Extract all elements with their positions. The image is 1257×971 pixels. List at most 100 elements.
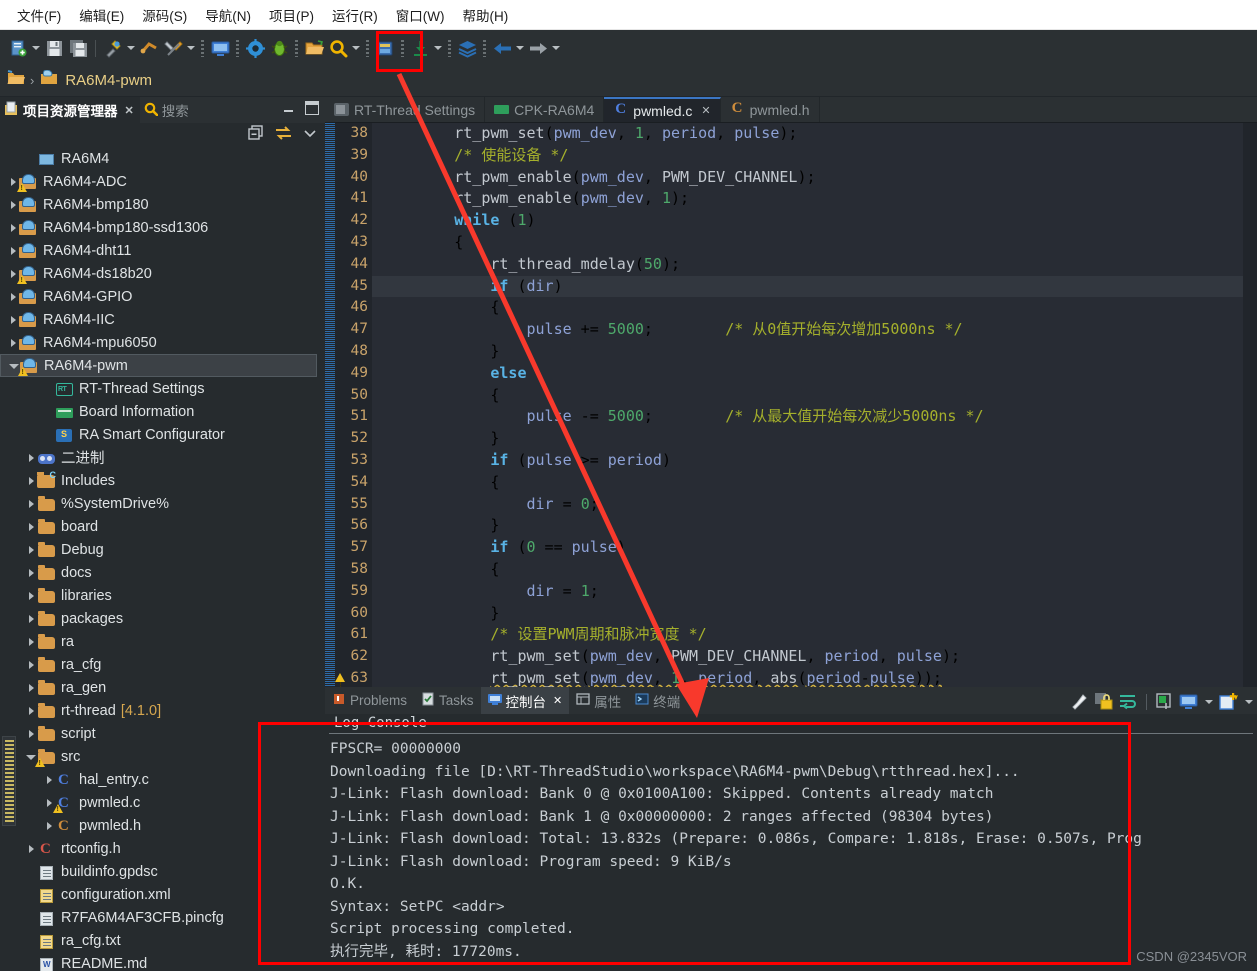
code-line[interactable]: pulse -= 5000; /* 从最大值开始每次减少5000ns */ <box>372 406 1257 428</box>
tree-item-src[interactable]: src <box>0 745 317 768</box>
tree-item-ra6m4-dht11[interactable]: RA6M4-dht11 <box>0 239 317 262</box>
tree-expand-arrow[interactable] <box>24 730 37 738</box>
tree-item-ra6m4-bmp180[interactable]: RA6M4-bmp180 <box>0 193 317 216</box>
code-line[interactable]: rt_thread_mdelay(50); <box>372 254 1257 276</box>
code-line[interactable]: pulse += 5000; /* 从0值开始每次增加5000ns */ <box>372 319 1257 341</box>
close-icon[interactable]: ✕ <box>125 104 134 117</box>
tree-item-ra6m4-ds18b20[interactable]: RA6M4-ds18b20 <box>0 262 317 285</box>
tree-expand-arrow[interactable] <box>24 546 37 554</box>
tree-expand-arrow[interactable] <box>24 684 37 692</box>
code-line[interactable]: while (1) <box>372 210 1257 232</box>
menu-item-4[interactable]: 项目(P) <box>260 2 323 28</box>
tab-search[interactable]: 搜索 <box>140 97 195 123</box>
tree-item-ra6m4-pwm[interactable]: RA6M4-pwm <box>0 354 317 377</box>
build-tools-icon[interactable] <box>161 36 185 60</box>
save-icon[interactable] <box>42 36 66 60</box>
close-icon[interactable]: ✕ <box>701 104 710 117</box>
display-console-dropdown-icon[interactable] <box>1203 690 1215 714</box>
console-tab-2[interactable]: 控制台 ✕ <box>480 687 570 714</box>
tab-project-explorer[interactable]: 项目资源管理器 ✕ <box>0 97 140 123</box>
code-line[interactable]: } <box>372 515 1257 537</box>
back-icon[interactable] <box>490 36 514 60</box>
tree-item-r7fa6m4af3cfb-pincfg[interactable]: R7FA6M4AF3CFB.pincfg <box>0 906 317 929</box>
menu-item-7[interactable]: 帮助(H) <box>453 2 517 28</box>
word-wrap-icon[interactable] <box>1118 692 1138 712</box>
code-line[interactable]: if (pulse >= period) <box>372 450 1257 472</box>
tree-item-debug[interactable]: Debug <box>0 538 317 561</box>
maximize-icon[interactable] <box>305 101 319 115</box>
code-line[interactable]: if (dir) <box>372 275 1257 298</box>
new-file-icon[interactable] <box>6 36 30 60</box>
code-line[interactable]: rt_pwm_set(pwm_dev, PWM_DEV_CHANNEL, per… <box>372 646 1257 668</box>
tree-item-ra-smart-configurator[interactable]: RA Smart Configurator <box>0 423 317 446</box>
tree-item-pwmled-c[interactable]: Cpwmled.c <box>0 791 317 814</box>
tree-item-ra6m4-mpu6050[interactable]: RA6M4-mpu6050 <box>0 331 317 354</box>
editor-tab-rt-thread-settings[interactable]: RT-Thread Settings <box>325 97 486 122</box>
open-console-icon[interactable] <box>1219 692 1239 712</box>
save-all-icon[interactable] <box>66 36 90 60</box>
menu-item-6[interactable]: 窗口(W) <box>387 2 454 28</box>
tree-item-configuration-xml[interactable]: configuration.xml <box>0 883 317 906</box>
tree-expand-arrow[interactable] <box>6 201 19 209</box>
tree-item-ra-gen[interactable]: ra_gen <box>0 676 317 699</box>
tree-item--systemdrive-[interactable]: %SystemDrive% <box>0 492 317 515</box>
code-line[interactable]: { <box>372 559 1257 581</box>
forward-icon[interactable] <box>526 36 550 60</box>
editor-overview-ruler[interactable] <box>1243 123 1257 687</box>
menu-item-3[interactable]: 导航(N) <box>196 2 260 28</box>
code-line[interactable]: { <box>372 297 1257 319</box>
tree-item-board[interactable]: board <box>0 515 317 538</box>
code-line[interactable]: /* 设置PWM周期和脉冲宽度 */ <box>372 624 1257 646</box>
pin-console-icon[interactable] <box>1155 692 1175 712</box>
code-line[interactable]: { <box>372 232 1257 254</box>
code-line[interactable]: dir = 1; <box>372 581 1257 603</box>
tree-expand-arrow[interactable] <box>24 638 37 646</box>
tree-expand-arrow[interactable] <box>24 707 37 715</box>
build-dropdown-icon[interactable] <box>125 36 137 60</box>
tree-item-ra6m4-gpio[interactable]: RA6M4-GPIO <box>0 285 317 308</box>
layers-icon[interactable] <box>455 36 479 60</box>
tree-item-rt-thread[interactable]: rt-thread [4.1.0] <box>0 699 317 722</box>
console-log-output[interactable]: FPSCR= 00000000 Downloading file [D:\RT-T… <box>325 734 1257 963</box>
console-tab-0[interactable]: Problems <box>325 687 414 714</box>
settings-icon[interactable] <box>243 36 267 60</box>
left-panel-scrollbar[interactable] <box>2 736 16 826</box>
menu-item-2[interactable]: 源码(S) <box>133 2 196 28</box>
tree-item-ra6m4-bmp180-ssd1306[interactable]: RA6M4-bmp180-ssd1306 <box>0 216 317 239</box>
tree-expand-arrow[interactable] <box>42 822 55 830</box>
link-editor-icon[interactable] <box>275 125 292 145</box>
console-icon[interactable] <box>208 36 232 60</box>
tree-item-ra-cfg-txt[interactable]: ra_cfg.txt <box>0 929 317 952</box>
tree-expand-arrow[interactable] <box>6 316 19 324</box>
tree-expand-arrow[interactable] <box>6 293 19 301</box>
tree-expand-arrow[interactable] <box>6 224 19 232</box>
tree-item--[interactable]: 二进制 <box>0 446 317 469</box>
lock-scroll-icon[interactable] <box>1094 692 1114 712</box>
tree-item-pwmled-h[interactable]: Cpwmled.h <box>0 814 317 837</box>
tree-item-board-information[interactable]: Board Information <box>0 400 317 423</box>
menu-item-1[interactable]: 编辑(E) <box>70 2 133 28</box>
new-file-dropdown-icon[interactable] <box>30 36 42 60</box>
tree-item-ra6m4[interactable]: RA6M4 <box>0 147 317 170</box>
code-line[interactable]: } <box>372 341 1257 363</box>
search-dropdown-icon[interactable] <box>350 36 362 60</box>
code-line[interactable]: { <box>372 385 1257 407</box>
tree-expand-arrow[interactable] <box>24 500 37 508</box>
editor-tab-cpk-ra6m4[interactable]: CPK-RA6M4 <box>485 97 605 122</box>
tree-item-buildinfo-gpdsc[interactable]: buildinfo.gpdsc <box>0 860 317 883</box>
menu-item-0[interactable]: 文件(F) <box>8 2 70 28</box>
tree-expand-arrow[interactable] <box>6 247 19 255</box>
tree-item-libraries[interactable]: libraries <box>0 584 317 607</box>
tree-expand-arrow[interactable] <box>24 661 37 669</box>
tree-item-script[interactable]: script <box>0 722 317 745</box>
open-console-dropdown-icon[interactable] <box>1243 690 1255 714</box>
console-tab-4[interactable]: 终端 <box>628 687 687 714</box>
view-menu-icon[interactable] <box>303 126 317 145</box>
menu-item-5[interactable]: 运行(R) <box>323 2 387 28</box>
download-dropdown-icon[interactable] <box>432 36 444 60</box>
tree-item-packages[interactable]: packages <box>0 607 317 630</box>
tree-item-docs[interactable]: docs <box>0 561 317 584</box>
tree-expand-arrow[interactable] <box>24 477 37 485</box>
code-content[interactable]: rt_pwm_set(pwm_dev, 1, period, pulse); /… <box>372 123 1257 687</box>
search-icon[interactable] <box>326 36 350 60</box>
